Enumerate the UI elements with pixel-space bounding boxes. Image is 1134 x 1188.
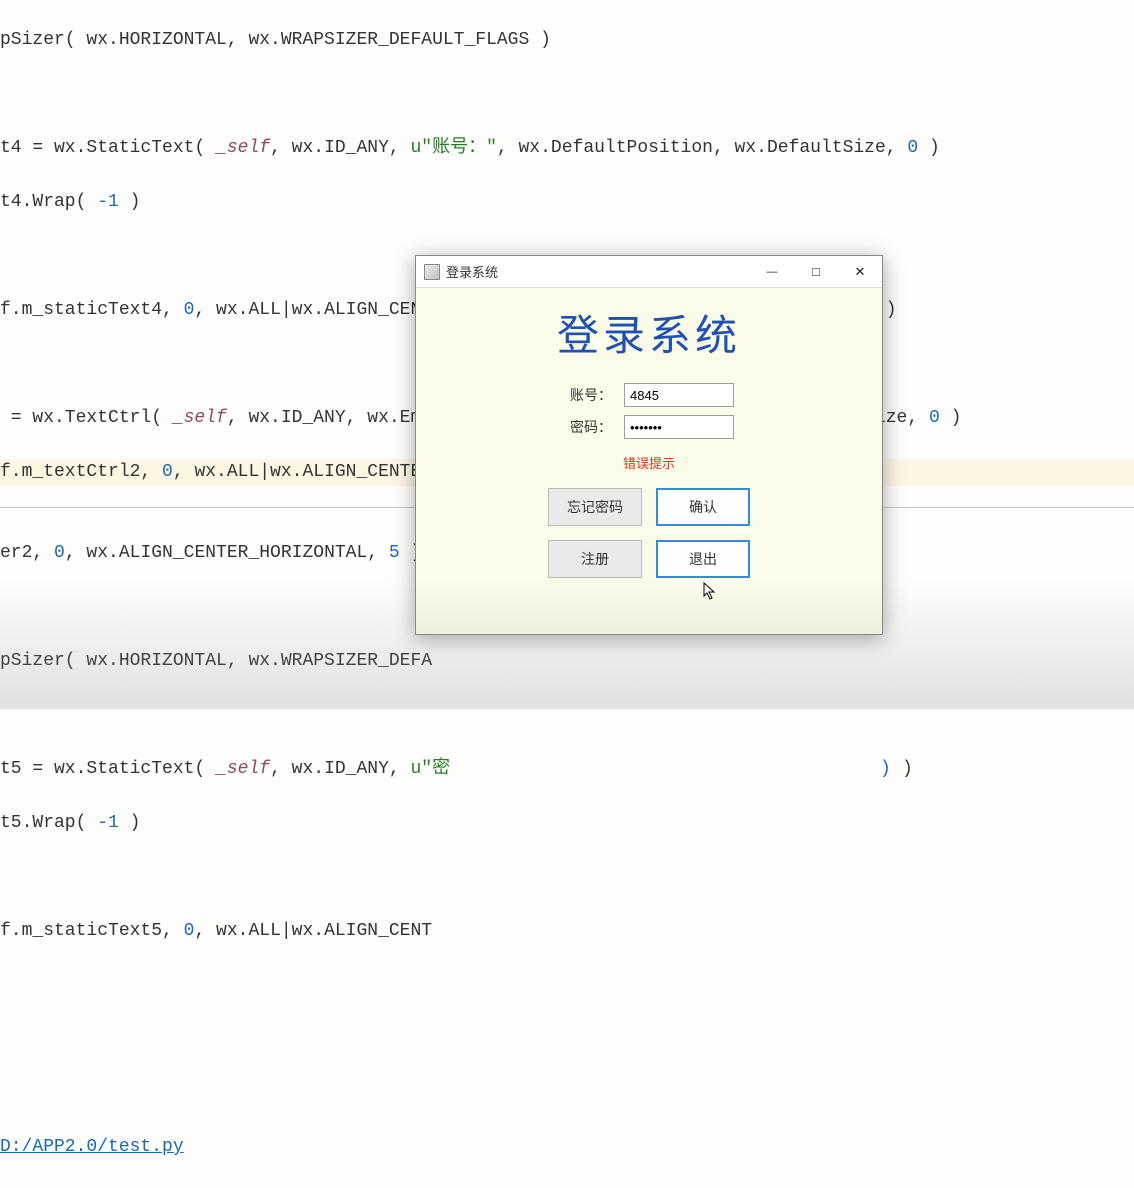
code-text: , wx.ALL|wx.ALIGN_CENTER, — [173, 462, 454, 482]
code-text: t5 = wx.StaticText( — [0, 759, 216, 779]
register-button[interactable]: 注册 — [548, 540, 642, 578]
code-string: u"账号：" — [411, 138, 497, 158]
maximize-button[interactable] — [794, 256, 838, 288]
code-text: , wx.DefaultPosition, wx.DefaultSize, — [497, 138, 907, 158]
code-text: ) — [918, 138, 940, 158]
code-text: f.m_textCtrl2, — [0, 462, 162, 482]
code-text: ) — [119, 813, 141, 833]
code-text: , wx.ALIGN_CENTER_HORIZONTAL, — [65, 543, 389, 563]
code-text: f.m_staticText5, — [0, 921, 184, 941]
code-text: er2, — [0, 543, 54, 563]
login-heading: 登录系统 — [416, 302, 882, 363]
account-label: 账号： — [564, 385, 612, 405]
app-icon — [424, 264, 440, 280]
code-text: ) — [902, 756, 913, 783]
code-text: , wx.ID_ANY, — [270, 138, 410, 158]
forgot-password-button[interactable]: 忘记密码 — [548, 488, 642, 526]
code-number: 0 — [929, 408, 940, 428]
code-text: t4.Wrap( — [0, 192, 97, 212]
account-input[interactable] — [624, 383, 734, 407]
code-number: 0 — [907, 138, 918, 158]
code-text: f.m_staticText4, — [0, 300, 184, 320]
password-input[interactable] — [624, 415, 734, 439]
code-number: 5 — [389, 543, 400, 563]
file-path[interactable]: D:/APP2.0/test.py — [0, 1137, 184, 1157]
dialog-title: 登录系统 — [446, 262, 498, 281]
code-string: u"密 — [411, 759, 451, 779]
confirm-button[interactable]: 确认 — [656, 488, 750, 526]
code-text: pSizer( wx.HORIZONTAL, wx.WRAPSIZER_DEFA… — [0, 30, 551, 50]
code-number: -1 — [97, 813, 119, 833]
code-text: ) — [940, 408, 962, 428]
login-dialog: 登录系统 登录系统 账号： 密码： 错误提示 忘记密码 确认 注册 退出 — [415, 255, 883, 635]
code-number: 0 — [54, 543, 65, 563]
code-number: 0 — [184, 300, 195, 320]
code-text: = wx.TextCtrl( — [0, 408, 173, 428]
code-number: ) — [880, 756, 891, 783]
code-text: ) — [119, 192, 141, 212]
code-number: 0 — [162, 462, 173, 482]
code-text: , wx.ID_ANY, — [270, 759, 410, 779]
code-number: -1 — [97, 192, 119, 212]
password-label: 密码： — [564, 417, 612, 437]
close-button[interactable] — [838, 256, 882, 288]
code-text: pSizer( wx.HORIZONTAL, wx.WRAPSIZER_DEFA — [0, 651, 432, 671]
code-text: , wx.ALL|wx.ALIGN_CENT — [194, 921, 432, 941]
minimize-button[interactable] — [750, 256, 794, 288]
code-self: _self — [216, 759, 270, 779]
code-text: t4 = wx.StaticText( — [0, 138, 216, 158]
dialog-titlebar[interactable]: 登录系统 — [416, 256, 882, 288]
error-text: 错误提示 — [416, 453, 882, 472]
code-text: t5.Wrap( — [0, 813, 97, 833]
code-self: _self — [173, 408, 227, 428]
exit-button[interactable]: 退出 — [656, 540, 750, 578]
code-number: 0 — [184, 921, 195, 941]
code-self: _self — [216, 138, 270, 158]
